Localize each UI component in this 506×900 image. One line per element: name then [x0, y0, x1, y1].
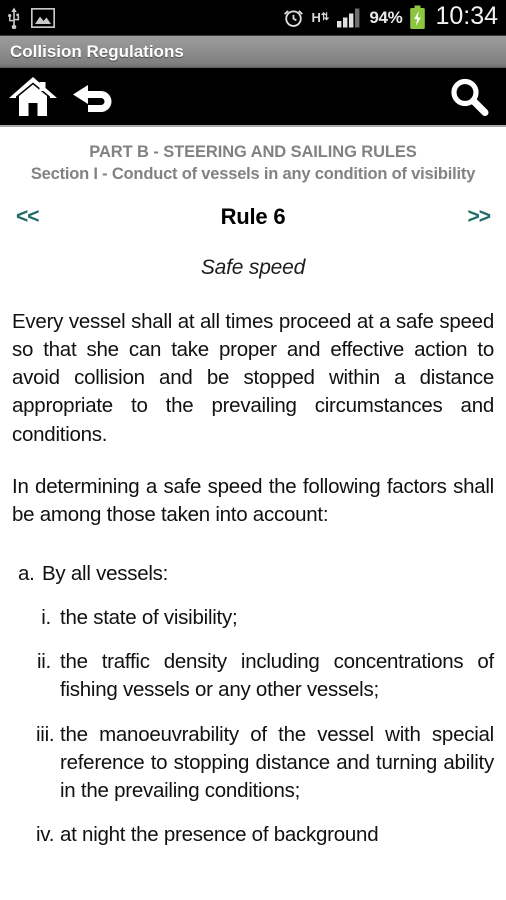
- rule-subitem-list: i. the state of visibility; ii. the traf…: [12, 604, 494, 850]
- hspa-network-icon: H ⇅: [312, 11, 330, 24]
- list-item-marker: a.: [18, 561, 35, 585]
- list-item-label: By all vessels:: [42, 561, 169, 585]
- list-item: i. the state of visibility;: [12, 604, 494, 632]
- list-item-label: at night the presence of background: [60, 823, 379, 847]
- action-bar-right: [446, 74, 492, 120]
- rule-paragraph: In determining a safe speed the followin…: [12, 474, 494, 527]
- list-item-marker: ii.: [36, 650, 51, 674]
- list-item: iii. the manoeuvrability of the vessel w…: [12, 721, 494, 806]
- list-item-label: the manoeuvrability of the vessel with s…: [60, 722, 494, 803]
- list-item: ii. the traffic density including concen…: [12, 648, 494, 705]
- action-bar: [0, 68, 506, 127]
- battery-percent-label: 94%: [369, 7, 403, 27]
- home-icon[interactable]: [8, 75, 58, 119]
- section-heading: Section I - Conduct of vessels in any co…: [30, 165, 476, 184]
- search-icon[interactable]: [446, 74, 492, 120]
- network-arrows-icon: ⇅: [320, 11, 330, 23]
- status-bar-right-icons: H ⇅ 94% 10:34: [282, 2, 498, 30]
- rule-paragraph: Every vessel shall at all times proceed …: [12, 309, 494, 446]
- app-title: Collision Regulations: [10, 41, 184, 61]
- action-bar-left: [8, 75, 120, 119]
- rule-content: PART B - STEERING AND SAILING RULES Sect…: [0, 127, 506, 850]
- network-type-label: H: [311, 10, 321, 25]
- status-bar: H ⇅ 94% 10:34: [0, 0, 506, 36]
- list-item-marker: iii.: [36, 722, 55, 746]
- rule-item-list: a. By all vessels: i. the state of visib…: [12, 560, 494, 850]
- usb-icon: [6, 7, 22, 29]
- rule-subtitle: Safe speed: [200, 255, 306, 279]
- list-item-marker: iv.: [36, 823, 55, 847]
- list-item-marker: i.: [41, 605, 51, 629]
- status-bar-left-icons: [6, 7, 55, 29]
- list-item: iv. at night the presence of background: [12, 821, 494, 849]
- alarm-clock-icon: [282, 6, 305, 29]
- rule-navigation: << Rule 6 >>: [12, 204, 494, 230]
- rule-title: Rule 6: [220, 203, 286, 229]
- list-item: a. By all vessels:: [12, 560, 494, 588]
- list-item-label: the traffic density including concentrat…: [60, 650, 494, 702]
- part-heading: PART B - STEERING AND SAILING RULES: [89, 143, 417, 161]
- signal-bars-icon: [336, 7, 362, 28]
- next-rule-link[interactable]: >>: [467, 206, 491, 227]
- gallery-image-icon: [31, 7, 55, 28]
- app-title-bar: Collision Regulations: [0, 36, 506, 68]
- clock-label: 10:34: [435, 2, 498, 30]
- battery-charging-icon: [409, 5, 426, 30]
- back-icon[interactable]: [68, 75, 120, 119]
- list-item-label: the state of visibility;: [60, 605, 238, 629]
- previous-rule-link[interactable]: <<: [16, 206, 40, 227]
